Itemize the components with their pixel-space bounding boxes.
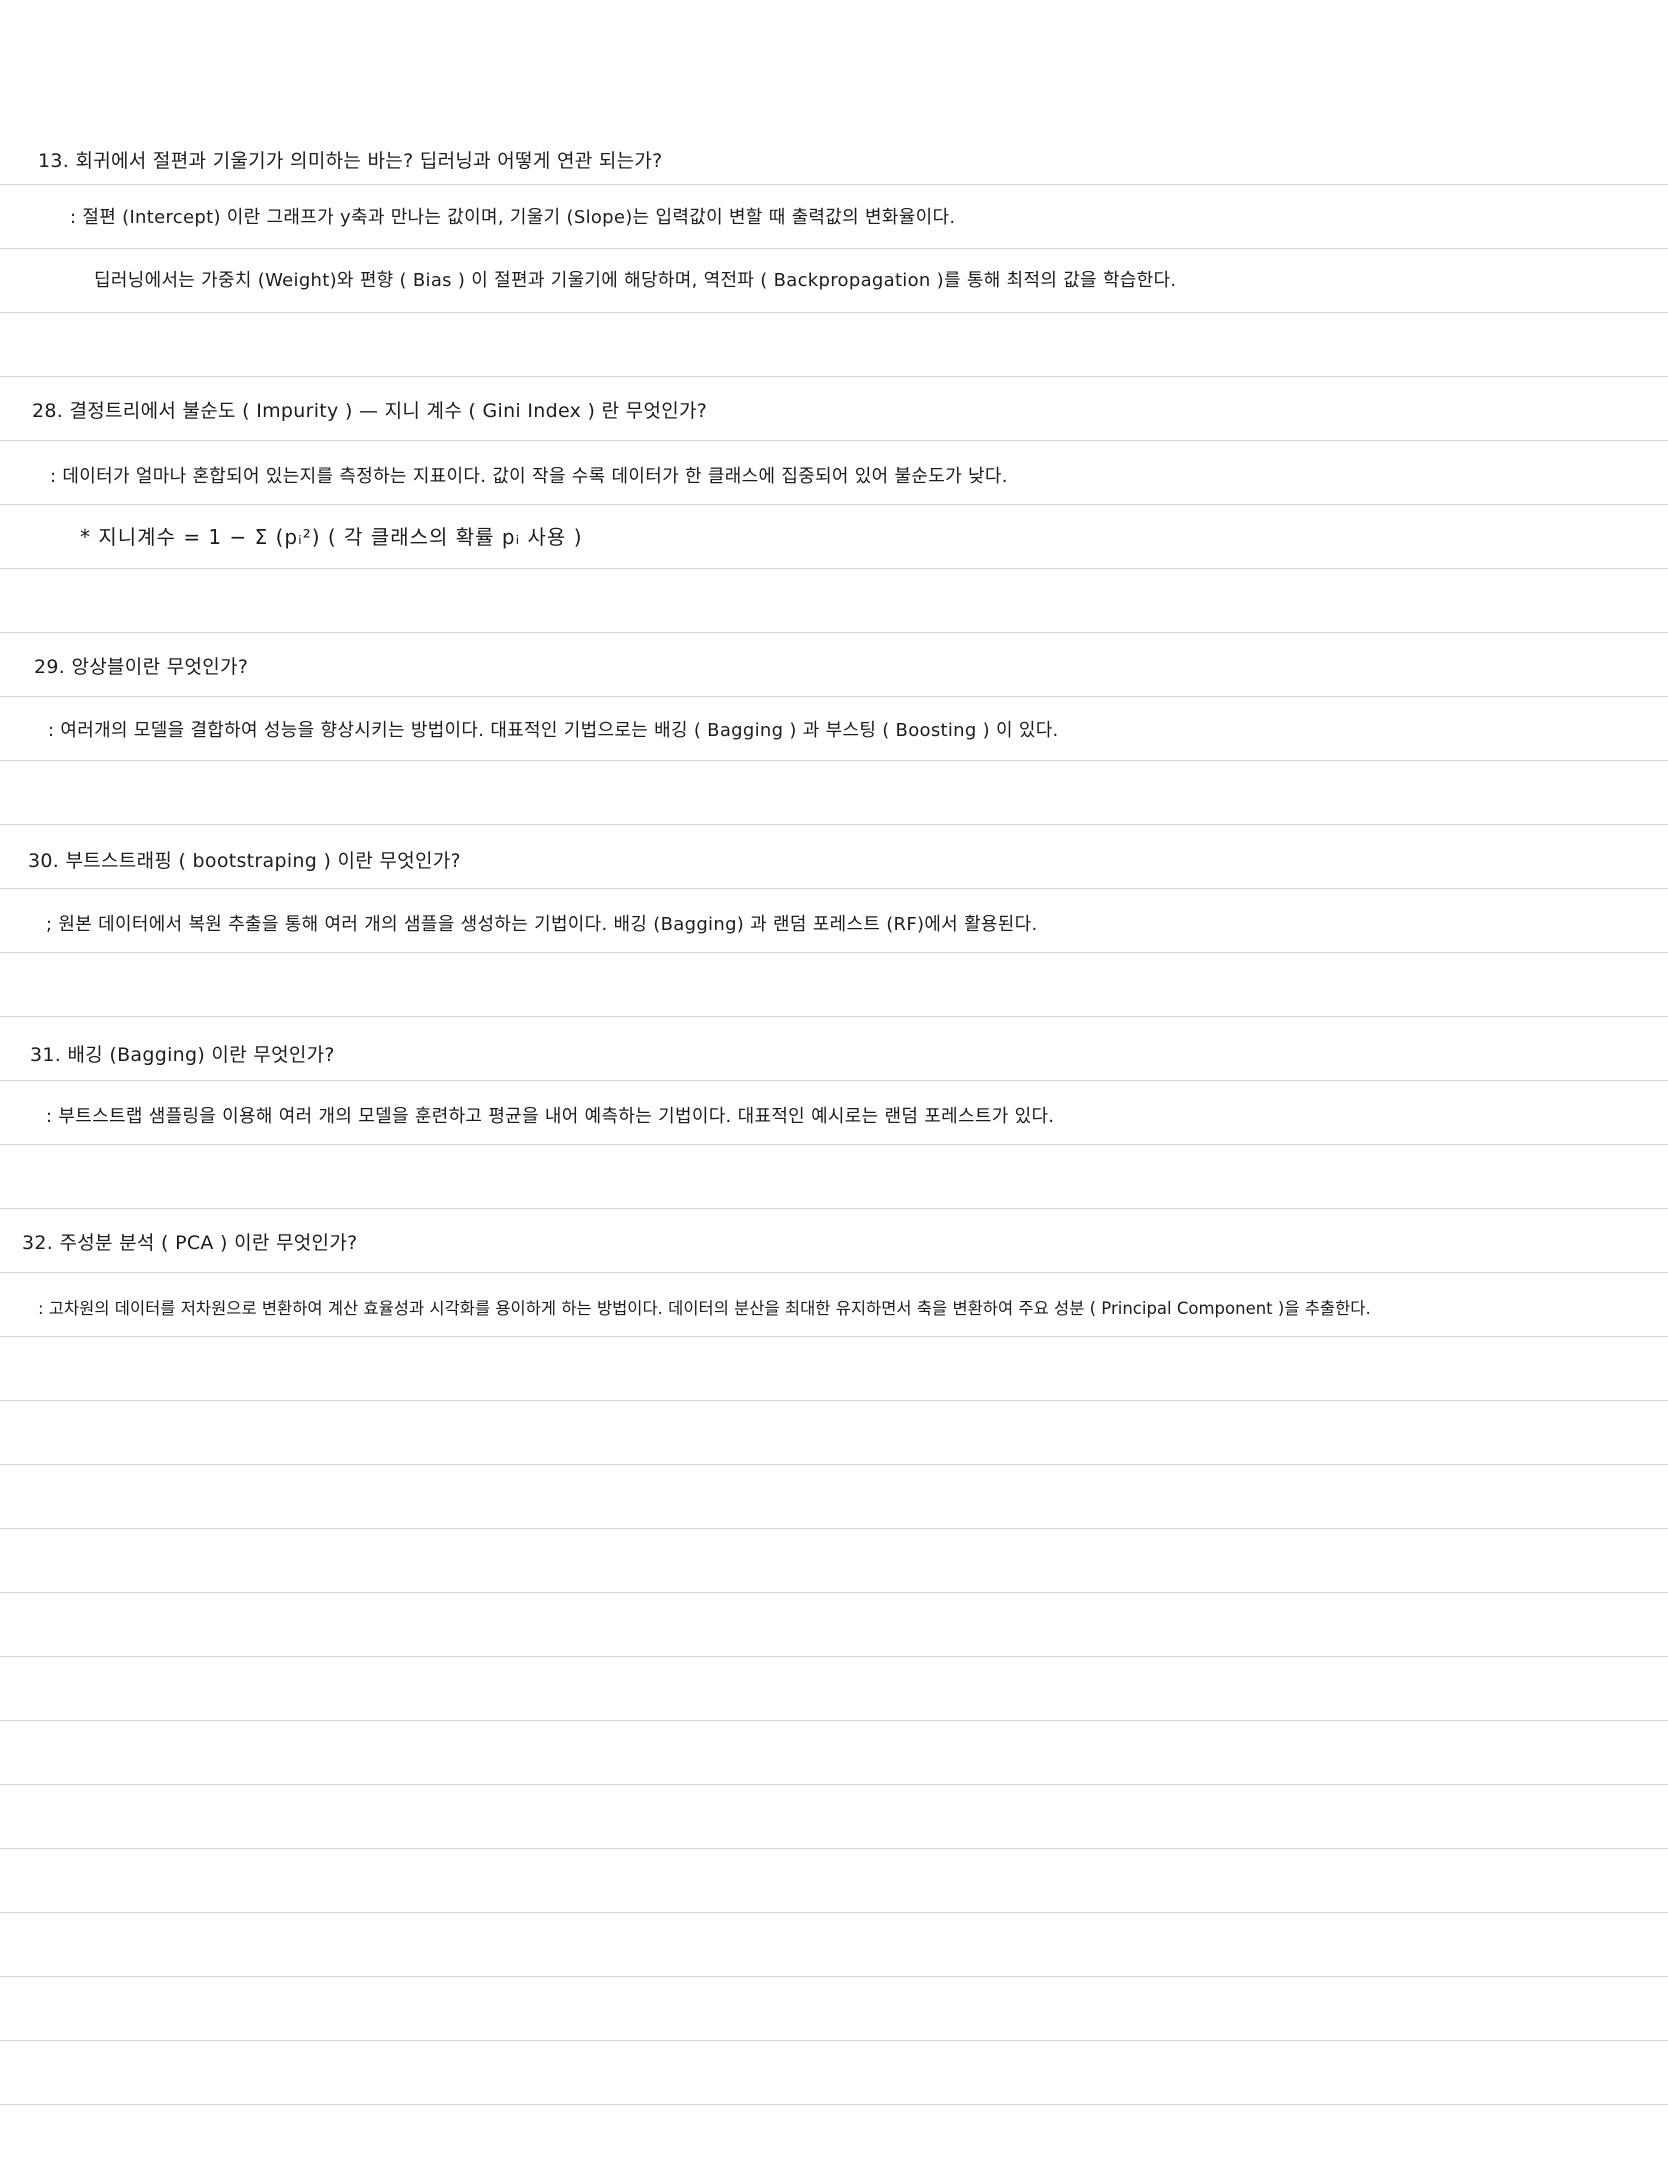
question-32: 32. 주성분 분석 ( PCA ) 이란 무엇인가? xyxy=(22,1232,358,1254)
ruled-line xyxy=(0,2040,1668,2041)
answer-29: : 여러개의 모델을 결합하여 성능을 향상시키는 방법이다. 대표적인 기법으… xyxy=(48,720,1059,741)
ruled-line xyxy=(0,1592,1668,1593)
answer-13-line-2: 딥러닝에서는 가중치 (Weight)와 편향 ( Bias ) 이 절편과 기… xyxy=(94,270,1177,291)
ruled-line xyxy=(0,440,1668,441)
question-29: 29. 앙상블이란 무엇인가? xyxy=(34,656,249,678)
question-30: 30. 부트스트래핑 ( bootstraping ) 이란 무엇인가? xyxy=(28,850,461,872)
ruled-line xyxy=(0,632,1668,633)
answer-32: : 고차원의 데이터를 저차원으로 변환하여 계산 효율성과 시각화를 용이하게… xyxy=(38,1299,1371,1318)
ruled-line xyxy=(0,1656,1668,1657)
ruled-line xyxy=(0,1464,1668,1465)
ruled-line xyxy=(0,312,1668,313)
answer-30: ; 원본 데이터에서 복원 추출을 통해 여러 개의 샘플을 생성하는 기법이다… xyxy=(46,914,1038,935)
ruled-line xyxy=(0,1848,1668,1849)
ruled-line xyxy=(0,1144,1668,1145)
ruled-line xyxy=(0,824,1668,825)
question-13: 13. 회귀에서 절편과 기울기가 의미하는 바는? 딥러닝과 어떻게 연관 되… xyxy=(38,150,663,172)
question-31: 31. 배깅 (Bagging) 이란 무엇인가? xyxy=(30,1044,335,1066)
question-28: 28. 결정트리에서 불순도 ( Impurity ) — 지니 계수 ( Gi… xyxy=(32,400,708,422)
answer-28-line-1: : 데이터가 얼마나 혼합되어 있는지를 측정하는 지표이다. 값이 작을 수록… xyxy=(50,466,1008,487)
ruled-line xyxy=(0,1528,1668,1529)
ruled-line xyxy=(0,184,1668,185)
ruled-line xyxy=(0,1976,1668,1977)
ruled-line xyxy=(0,1784,1668,1785)
ruled-line xyxy=(0,376,1668,377)
ruled-line xyxy=(0,888,1668,889)
ruled-line xyxy=(0,1016,1668,1017)
ruled-line xyxy=(0,1208,1668,1209)
ruled-line xyxy=(0,952,1668,953)
gini-formula: * 지니계수 = 1 − Σ (pᵢ²) ( 각 클래스의 확률 pᵢ 사용 ) xyxy=(80,525,583,549)
ruled-line xyxy=(0,504,1668,505)
ruled-line xyxy=(0,1336,1668,1337)
answer-31: : 부트스트랩 샘플링을 이용해 여러 개의 모델을 훈련하고 평균을 내어 예… xyxy=(46,1106,1055,1127)
ruled-line xyxy=(0,1720,1668,1721)
answer-13-line-1: : 절편 (Intercept) 이란 그래프가 y축과 만나는 값이며, 기울… xyxy=(70,207,956,228)
ruled-line xyxy=(0,760,1668,761)
ruled-line xyxy=(0,248,1668,249)
ruled-line xyxy=(0,1400,1668,1401)
ruled-line xyxy=(0,696,1668,697)
ruled-line xyxy=(0,1272,1668,1273)
ruled-line xyxy=(0,1912,1668,1913)
ruled-line xyxy=(0,1080,1668,1081)
ruled-line xyxy=(0,2104,1668,2105)
ruled-line xyxy=(0,568,1668,569)
